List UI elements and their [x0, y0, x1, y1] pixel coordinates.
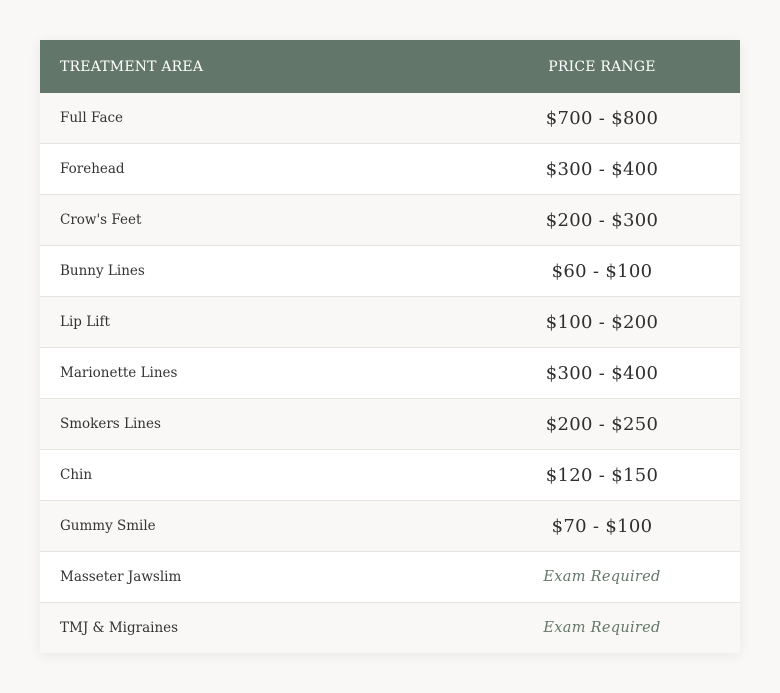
table-row: TMJ & Migraines Exam Required: [40, 603, 740, 653]
price-range-cell: $300 - $400: [545, 362, 659, 384]
table-row: Bunny Lines $60 - $100: [40, 246, 740, 297]
treatment-area-cell: TMJ & Migraines: [60, 620, 179, 636]
price-range-cell: $70 - $100: [551, 515, 653, 537]
table-row: Forehead $300 - $400: [40, 144, 740, 195]
table-body: Full Face $700 - $800 Forehead $300 - $400 C…: [40, 93, 740, 653]
exam-required-cell: Exam Required: [543, 620, 661, 636]
treatment-area-cell: Marionette Lines: [60, 365, 178, 381]
price-range-cell: $200 - $250: [545, 413, 659, 435]
treatment-area-cell: Lip Lift: [60, 314, 110, 330]
price-range-cell: $300 - $400: [545, 158, 659, 180]
table-row: Crow's Feet $200 - $300: [40, 195, 740, 246]
table-row: Marionette Lines $300 - $400: [40, 348, 740, 399]
table-row: Smokers Lines $200 - $250: [40, 399, 740, 450]
header-treatment-area: TREATMENT AREA: [60, 58, 204, 75]
table-header: TREATMENT AREA PRICE RANGE: [40, 40, 740, 93]
treatment-area-cell: Bunny Lines: [60, 263, 145, 279]
table-row: Gummy Smile $70 - $100: [40, 501, 740, 552]
price-range-cell: $60 - $100: [551, 260, 653, 282]
header-price-range: PRICE RANGE: [548, 58, 656, 75]
table-row: Full Face $700 - $800: [40, 93, 740, 144]
price-range-cell: $120 - $150: [545, 464, 659, 486]
exam-required-cell: Exam Required: [543, 569, 661, 585]
treatment-area-cell: Masseter Jawslim: [60, 569, 182, 585]
treatment-area-cell: Gummy Smile: [60, 518, 156, 534]
treatment-area-cell: Crow's Feet: [60, 212, 142, 228]
treatment-area-cell: Full Face: [60, 110, 124, 126]
treatment-area-cell: Chin: [60, 467, 93, 483]
treatment-area-cell: Smokers Lines: [60, 416, 161, 432]
price-range-cell: $100 - $200: [545, 311, 659, 333]
price-range-cell: $200 - $300: [545, 209, 659, 231]
pricing-table: TREATMENT AREA PRICE RANGE Full Face $700…: [40, 40, 740, 653]
table-row: Masseter Jawslim Exam Required: [40, 552, 740, 603]
table-row: Chin $120 - $150: [40, 450, 740, 501]
price-range-cell: $700 - $800: [545, 107, 659, 129]
table-row: Lip Lift $100 - $200: [40, 297, 740, 348]
treatment-area-cell: Forehead: [60, 161, 125, 177]
